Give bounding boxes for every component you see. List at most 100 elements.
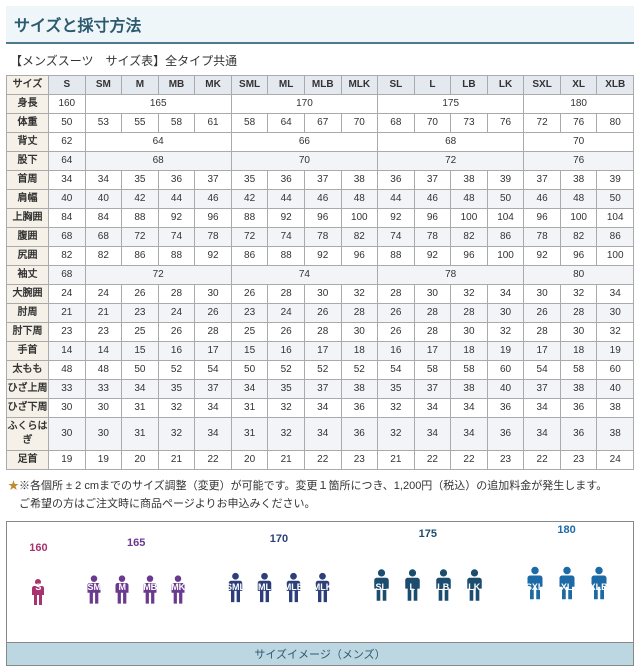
cell: 104 xyxy=(597,209,634,228)
cell: 32 xyxy=(560,285,597,304)
cell: 16 xyxy=(158,342,195,361)
size-image-footer: サイズイメージ（メンズ） xyxy=(7,642,633,665)
cell: M xyxy=(122,76,159,95)
cell: 78 xyxy=(414,228,451,247)
cell: 67 xyxy=(304,114,341,133)
person-icon xyxy=(251,547,278,628)
cell: 52 xyxy=(304,361,341,380)
cell: 28 xyxy=(451,304,488,323)
cell: 34 xyxy=(451,418,488,451)
cell: 手首 xyxy=(7,342,49,361)
cell: 33 xyxy=(85,380,122,399)
cell: 32 xyxy=(378,418,415,451)
silhouette: LK xyxy=(460,542,489,638)
cell: 23 xyxy=(560,451,597,470)
cell: 44 xyxy=(158,190,195,209)
cell: 23 xyxy=(122,304,159,323)
cell: 30 xyxy=(195,285,232,304)
cell: ML xyxy=(268,76,305,95)
cell: 30 xyxy=(85,399,122,418)
cell: 40 xyxy=(597,380,634,399)
cell: 26 xyxy=(378,323,415,342)
cell: 48 xyxy=(451,190,488,209)
cell: 92 xyxy=(414,247,451,266)
cell: 70 xyxy=(524,133,634,152)
cell: 64 xyxy=(85,133,231,152)
cell: 23 xyxy=(85,323,122,342)
cell: 35 xyxy=(268,380,305,399)
cell: 股下 xyxy=(7,152,49,171)
title-bar: サイズと採寸方法 xyxy=(6,6,634,44)
cell: 86 xyxy=(122,247,159,266)
cell: 37 xyxy=(414,380,451,399)
cell: 18 xyxy=(341,342,378,361)
cell: 96 xyxy=(341,247,378,266)
cell: 86 xyxy=(597,228,634,247)
cell: 32 xyxy=(451,285,488,304)
cell: 36 xyxy=(158,171,195,190)
cell: 50 xyxy=(487,190,524,209)
cell: 36 xyxy=(341,418,378,451)
cell: 首周 xyxy=(7,171,49,190)
cell: 88 xyxy=(231,209,268,228)
cell: 34 xyxy=(414,399,451,418)
cell: 38 xyxy=(597,399,634,418)
cell: 20 xyxy=(231,451,268,470)
cell: 52 xyxy=(268,361,305,380)
cell: 82 xyxy=(49,247,86,266)
cell: 48 xyxy=(560,190,597,209)
cell: 22 xyxy=(304,451,341,470)
cell: 48 xyxy=(341,190,378,209)
cell: 37 xyxy=(524,171,561,190)
cell: 21 xyxy=(268,451,305,470)
cell: 60 xyxy=(597,361,634,380)
cell: 50 xyxy=(49,114,86,133)
size-image: 160S165SMMMBMK170SMLMLMLBMLK175SLLLBLK18… xyxy=(6,521,634,666)
cell: 36 xyxy=(378,171,415,190)
cell: 30 xyxy=(49,418,86,451)
cell: MK xyxy=(195,76,232,95)
cell: 34 xyxy=(49,171,86,190)
cell: 100 xyxy=(341,209,378,228)
cell: 100 xyxy=(597,247,634,266)
cell: 26 xyxy=(524,304,561,323)
cell: 18 xyxy=(451,342,488,361)
cell: 70 xyxy=(341,114,378,133)
cell: 18 xyxy=(560,342,597,361)
cell: 32 xyxy=(158,418,195,451)
cell: 肩幅 xyxy=(7,190,49,209)
cell: 19 xyxy=(49,451,86,470)
cell: 46 xyxy=(195,190,232,209)
cell: 28 xyxy=(158,285,195,304)
cell: 26 xyxy=(304,304,341,323)
cell: 37 xyxy=(195,380,232,399)
cell: 100 xyxy=(451,209,488,228)
cell: 84 xyxy=(85,209,122,228)
cell: 78 xyxy=(378,266,524,285)
cell: 78 xyxy=(304,228,341,247)
cell: 35 xyxy=(122,171,159,190)
cell: 92 xyxy=(195,247,232,266)
cell: 19 xyxy=(597,342,634,361)
cell: 26 xyxy=(158,323,195,342)
cell: 36 xyxy=(341,399,378,418)
cell: 73 xyxy=(451,114,488,133)
cell: ひざ上周 xyxy=(7,380,49,399)
cell: 58 xyxy=(414,361,451,380)
cell: 肘周 xyxy=(7,304,49,323)
cell: 170 xyxy=(231,95,377,114)
cell: 17 xyxy=(304,342,341,361)
note-line: ご希望の方はご注文時に商品ページよりお申込みください。 xyxy=(8,496,632,514)
person-icon xyxy=(367,542,396,628)
cell: 24 xyxy=(85,285,122,304)
cell: 48 xyxy=(49,361,86,380)
cell: 30 xyxy=(49,399,86,418)
cell: ふくらはぎ xyxy=(7,418,49,451)
cell: 68 xyxy=(49,228,86,247)
cell: 22 xyxy=(451,451,488,470)
cell: 58 xyxy=(158,114,195,133)
cell: 24 xyxy=(49,285,86,304)
silhouette: XLB xyxy=(584,538,614,638)
person-icon xyxy=(309,547,336,628)
cell: 背丈 xyxy=(7,133,49,152)
